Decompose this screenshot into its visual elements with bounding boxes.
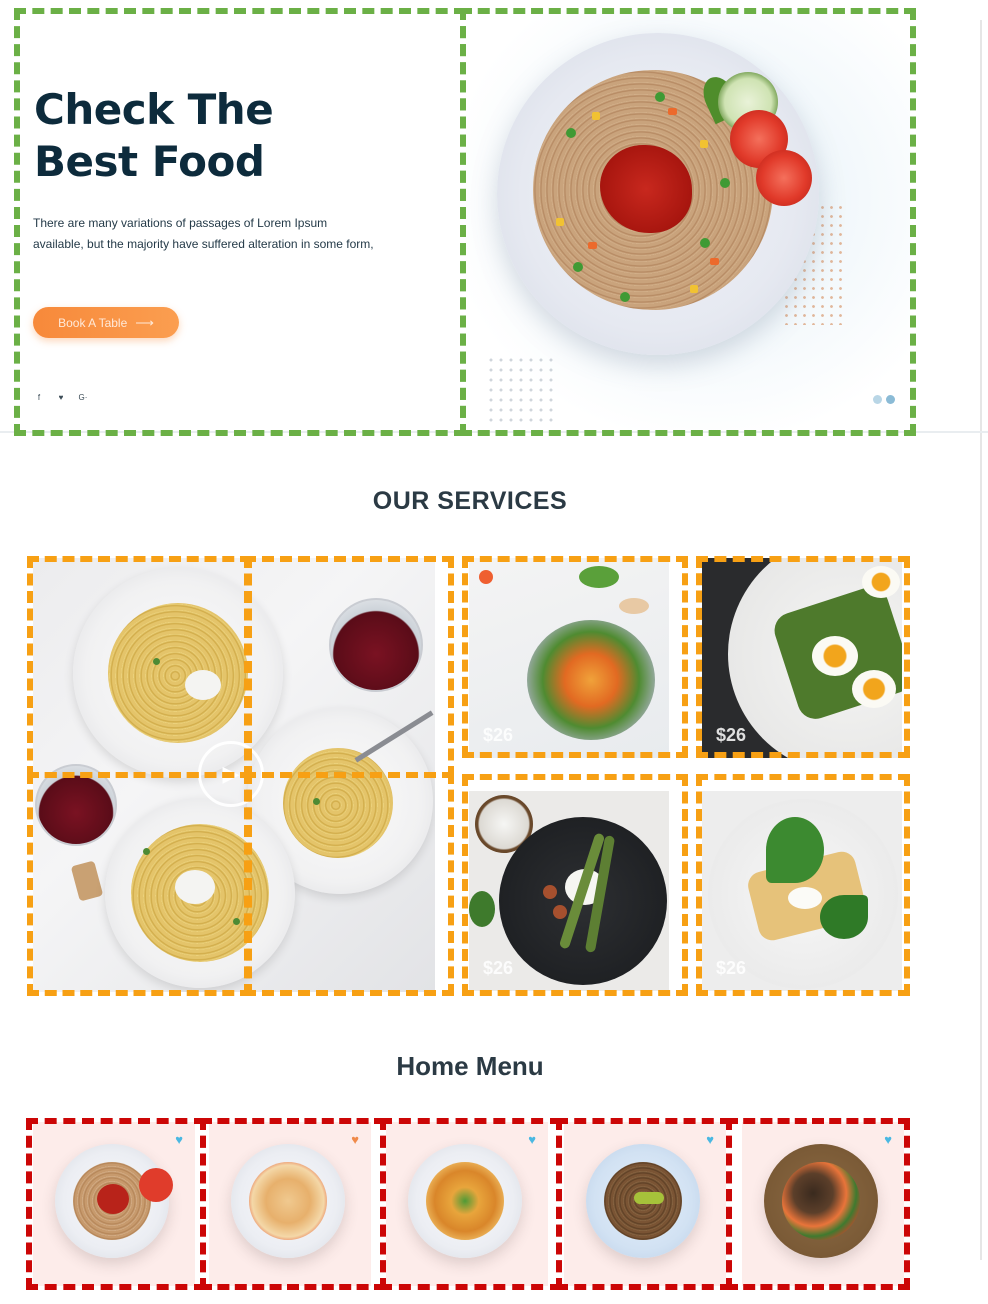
- twitter-icon[interactable]: ♥: [56, 393, 66, 402]
- service-card[interactable]: $26: [469, 558, 669, 758]
- book-a-table-label: Book A Table: [58, 315, 128, 330]
- heart-icon[interactable]: ♥: [528, 1132, 536, 1147]
- service-price: $26: [483, 725, 514, 745]
- pea-decor: [700, 238, 710, 248]
- carrot-decor: [710, 258, 719, 265]
- peanut-decor: [619, 598, 649, 614]
- hero-title: Check The Best Food: [34, 84, 434, 188]
- heart-icon[interactable]: ♥: [884, 1132, 892, 1147]
- facebook-icon[interactable]: f: [34, 393, 44, 402]
- carrot-decor: [588, 242, 597, 249]
- service-card[interactable]: $26: [702, 791, 902, 991]
- hero-title-line2: Best Food: [34, 137, 265, 186]
- hero-divider: [0, 431, 988, 433]
- hero-slider-dots: [873, 395, 895, 404]
- service-price: $26: [716, 725, 747, 745]
- pasta: [108, 603, 248, 743]
- pasta: [283, 748, 393, 858]
- egg: [788, 887, 822, 909]
- herb-decor: [579, 566, 619, 588]
- menu-item-card[interactable]: ♥: [742, 1122, 904, 1286]
- corn-decor: [556, 218, 564, 226]
- herb: [233, 918, 240, 925]
- play-video-button[interactable]: ▶: [198, 741, 264, 807]
- heart-icon[interactable]: ♥: [706, 1132, 714, 1147]
- google-plus-icon[interactable]: G·: [78, 393, 88, 402]
- poke-bowl-food: [782, 1162, 860, 1240]
- egg: [812, 636, 858, 676]
- tomato-slice: [756, 150, 812, 206]
- decor-dot-grid: [486, 355, 558, 427]
- egg: [852, 670, 896, 708]
- carrot-decor: [668, 108, 677, 115]
- penne-food: [249, 1162, 327, 1240]
- slider-dot[interactable]: [873, 395, 882, 404]
- egg: [862, 566, 900, 598]
- pea-decor: [566, 128, 576, 138]
- tomato-decor: [553, 905, 567, 919]
- menu-item-card[interactable]: ♥: [33, 1122, 195, 1286]
- fusilli-food: [426, 1162, 504, 1240]
- pea-decor: [573, 262, 583, 272]
- hero-section: Check The Best Food There are many varia…: [0, 0, 988, 432]
- cheese: [175, 870, 215, 904]
- heart-icon[interactable]: ♥: [175, 1132, 183, 1147]
- spinach-leaf: [820, 895, 868, 939]
- service-price: $26: [716, 958, 747, 978]
- menu-item-card[interactable]: ♥: [386, 1122, 548, 1286]
- home-menu-title: Home Menu: [396, 1051, 544, 1081]
- tomato-decor: [479, 570, 493, 584]
- corn-decor: [592, 112, 600, 120]
- pepper: [634, 1192, 664, 1204]
- pea-decor: [620, 292, 630, 302]
- hero-description: There are many variations of passages of…: [33, 216, 374, 251]
- services-title: OUR SERVICES: [372, 487, 568, 515]
- hero-title-line1: Check The: [34, 85, 274, 134]
- tomato-decor: [543, 885, 557, 899]
- tomato: [139, 1168, 173, 1202]
- wine-glass: [329, 598, 423, 692]
- play-icon: ▶: [222, 761, 240, 786]
- spinach-leaf: [766, 817, 824, 883]
- book-a-table-button[interactable]: Book A Table ⟶: [33, 307, 179, 338]
- slider-dot-active[interactable]: [886, 395, 895, 404]
- service-card[interactable]: $26: [469, 791, 669, 991]
- wine-glass: [35, 764, 117, 846]
- menu-item-card[interactable]: ♥: [209, 1122, 371, 1286]
- salad-bowl: [527, 620, 655, 740]
- corn-decor: [700, 140, 708, 148]
- pea-decor: [655, 92, 665, 102]
- menu-item-card[interactable]: ♥: [564, 1122, 726, 1286]
- herb: [143, 848, 150, 855]
- service-card[interactable]: $26: [702, 558, 902, 758]
- social-links: f ♥ G·: [34, 393, 88, 402]
- arrow-right-icon: ⟶: [135, 314, 154, 330]
- herb: [153, 658, 160, 665]
- cheese: [185, 670, 221, 700]
- pea-decor: [720, 178, 730, 188]
- sauce: [97, 1184, 129, 1214]
- heart-icon[interactable]: ♥: [351, 1132, 359, 1147]
- herb-decor: [469, 891, 495, 927]
- herb: [313, 798, 320, 805]
- corn-decor: [690, 285, 698, 293]
- service-price: $26: [483, 958, 514, 978]
